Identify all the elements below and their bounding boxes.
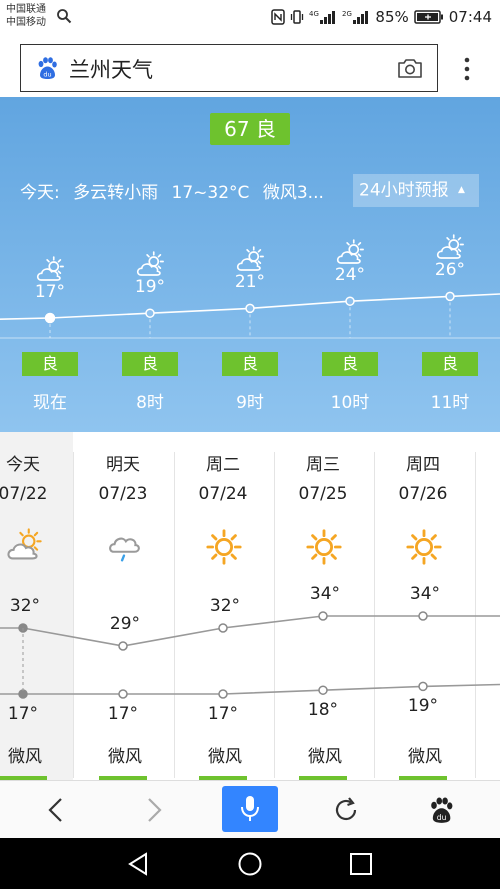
- microphone-icon: [241, 796, 259, 821]
- carrier-2: 中国移动: [6, 17, 46, 28]
- daily-wind: 微风: [408, 747, 442, 767]
- daily-wind: 微风: [108, 747, 142, 767]
- system-home-icon[interactable]: [237, 851, 263, 877]
- forecast-toggle-button[interactable]: 24小时预报 ▲: [353, 174, 479, 207]
- baidu-paw-icon: du: [38, 57, 57, 79]
- daily-high-line-point: [318, 611, 328, 621]
- svg-text:2G: 2G: [342, 10, 352, 18]
- status-right: 4G 2G 85% 07:44: [271, 7, 492, 27]
- daily-low-line-point: [118, 689, 128, 699]
- battery-icon: [414, 10, 443, 24]
- hourly-temp: 19°: [134, 277, 166, 298]
- hourly-aqi-badge[interactable]: 良: [122, 352, 178, 376]
- hourly-time: 9时: [236, 393, 264, 413]
- clock: 07:44: [448, 8, 492, 26]
- daily-day: 周二: [206, 455, 240, 475]
- carrier-1: 中国联通: [6, 4, 46, 15]
- hourly-time: 8时: [136, 393, 164, 413]
- more-options-icon[interactable]: [456, 54, 478, 84]
- today-label: 今天:: [20, 183, 60, 203]
- today-temp-range: 17~32°C: [171, 183, 250, 203]
- today-summary: 今天: 多云转小雨 17~32°C 微风3...: [20, 178, 324, 203]
- hourly-aqi-badge[interactable]: 良: [222, 352, 278, 376]
- forecast-toggle-label: 24小时预报: [359, 180, 449, 201]
- hourly-aqi-badge[interactable]: 良: [322, 352, 378, 376]
- search-bar[interactable]: du 兰州天气: [20, 44, 438, 92]
- svg-text:4G: 4G: [309, 10, 319, 18]
- forward-arrow-icon[interactable]: [142, 796, 166, 824]
- daily-low-line-point: [318, 685, 328, 695]
- daily-day: 周四: [406, 455, 440, 475]
- svg-text:du: du: [437, 813, 447, 822]
- hourly-aqi-badge[interactable]: 良: [422, 352, 478, 376]
- hourly-temp-point: [345, 296, 355, 306]
- sun-icon: [306, 529, 342, 565]
- daily-day: 周三: [306, 455, 340, 475]
- system-nav-bar: [0, 838, 500, 889]
- signal-2g-icon: 2G: [342, 10, 369, 24]
- refresh-icon[interactable]: [332, 796, 360, 824]
- aqi-badge[interactable]: 67 良: [210, 113, 290, 145]
- daily-high-line-point: [418, 611, 428, 621]
- carrier-info: 中国联通 中国移动: [6, 3, 46, 29]
- daily-date: 07/23: [98, 484, 148, 504]
- baidu-paw-icon[interactable]: du: [427, 796, 455, 824]
- partly-cloudy-icon: [7, 528, 42, 560]
- daily-day: 今天: [6, 455, 40, 475]
- hourly-time: 11时: [430, 393, 470, 413]
- hourly-temp-point: [44, 312, 56, 324]
- daily-day: 明天: [106, 455, 140, 475]
- svg-text:du: du: [43, 71, 51, 79]
- daily-high-line-point: [218, 623, 228, 633]
- hourly-temp: 26°: [434, 260, 466, 281]
- hourly-temp: 21°: [234, 272, 266, 293]
- hourly-temp: 24°: [334, 265, 366, 286]
- hourly-temp-point: [245, 303, 255, 314]
- hourly-temp-point: [145, 308, 155, 318]
- daily-low-line-point: [418, 681, 428, 692]
- voice-search-button[interactable]: [222, 786, 278, 832]
- today-wind: 微风3...: [262, 183, 324, 203]
- signal-4g-icon: 4G: [309, 10, 336, 24]
- hourly-aqi-badge[interactable]: 良: [22, 352, 78, 376]
- daily-high-line-point: [118, 641, 128, 651]
- status-bar: 中国联通 中国移动 4G 2G 85% 07:44: [0, 0, 500, 36]
- hourly-time: 现在: [33, 393, 67, 413]
- vibrate-icon: [291, 10, 304, 24]
- search-query[interactable]: 兰州天气: [69, 54, 153, 84]
- daily-temp-chart: [0, 611, 500, 699]
- system-back-icon[interactable]: [127, 852, 149, 876]
- daily-wind: 微风: [308, 747, 342, 767]
- rain-icon: [109, 537, 140, 562]
- daily-high-line: [0, 615, 500, 647]
- daily-wind: 微风: [208, 747, 242, 767]
- today-condition: 多云转小雨: [73, 183, 159, 203]
- daily-date: 07/24: [198, 484, 248, 504]
- back-arrow-icon[interactable]: [44, 796, 68, 824]
- battery-percent: 85%: [375, 8, 409, 26]
- daily-date: 07/22: [0, 484, 48, 504]
- camera-icon[interactable]: [397, 57, 423, 79]
- daily-wind: 微风: [8, 747, 42, 767]
- system-recents-icon[interactable]: [349, 852, 373, 876]
- search-icon: [57, 9, 72, 24]
- daily-date: 07/25: [298, 484, 348, 504]
- hourly-temp: 17°: [34, 282, 66, 302]
- daily-low-line-point: [218, 689, 228, 699]
- sun-icon: [206, 529, 242, 565]
- hourly-time: 10时: [330, 393, 370, 413]
- daily-date: 07/26: [398, 484, 448, 504]
- hourly-temp-point: [445, 291, 455, 302]
- nfc-icon: [271, 9, 286, 25]
- sun-icon: [406, 529, 442, 565]
- caret-up-icon: ▲: [458, 185, 465, 195]
